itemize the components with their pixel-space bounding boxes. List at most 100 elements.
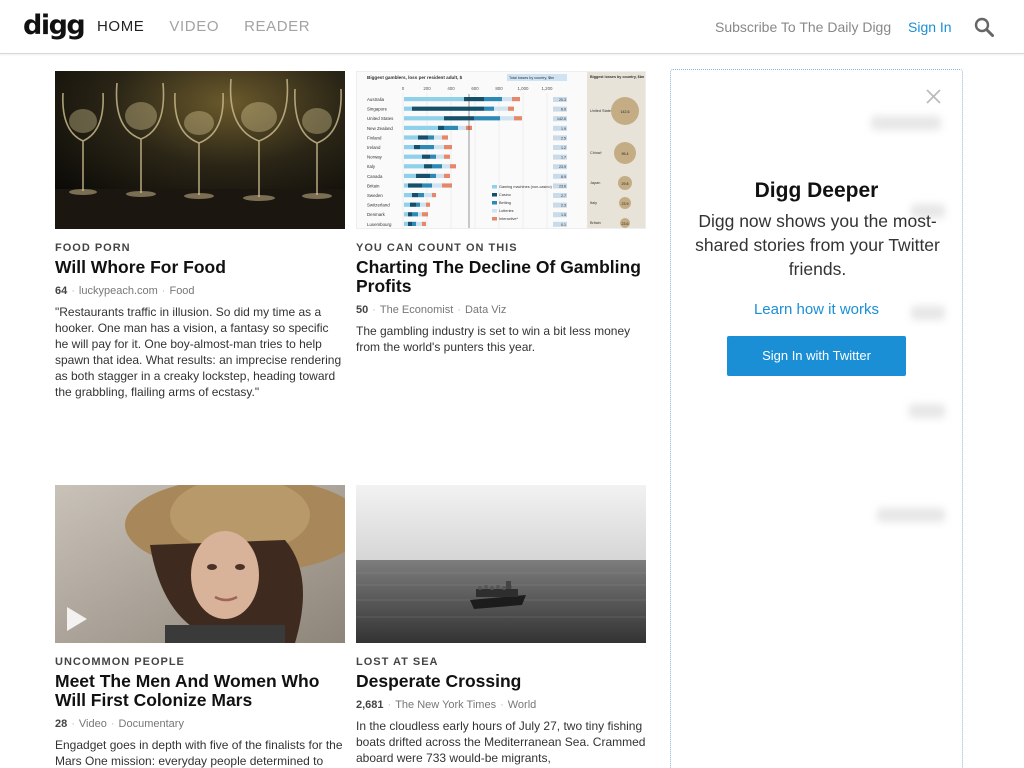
chart-bar-segment [514, 116, 522, 121]
chart-legend-entry: Betting [499, 201, 511, 205]
digg-count: 50 [356, 304, 369, 316]
nav-video[interactable]: VIDEO [169, 18, 219, 35]
chart-bubble-value: 23.9 [622, 202, 629, 206]
subscribe-daily-digg-link[interactable]: Subscribe To The Daily Digg [715, 19, 891, 35]
digg-count: 64 [55, 285, 68, 297]
story-description: Engadget goes in depth with five of the … [55, 738, 343, 768]
story-card[interactable]: Biggest gamblers, loss per resident adul… [356, 71, 646, 355]
sign-in-with-twitter-button[interactable]: Sign In with Twitter [727, 336, 906, 376]
chart-tick-label: 800 [495, 86, 503, 91]
chart-bar-segment [508, 106, 514, 111]
chart-country-label: Britain [367, 183, 380, 188]
chart-bubble-label: United States [590, 109, 613, 113]
chart-country-label: Italy [367, 164, 376, 169]
chart-tick-label: 1,000 [518, 86, 530, 91]
story-title[interactable]: Meet The Men And Women Who Will First Co… [55, 672, 345, 710]
story-category[interactable]: World [508, 699, 537, 711]
chart-total-value: 23.6 [559, 184, 566, 188]
chart-total-value: 2.7 [561, 194, 566, 198]
chart-bar-segment [428, 135, 434, 140]
chart-bar-segment [404, 183, 408, 188]
story-source[interactable]: Video [79, 718, 107, 730]
story-source[interactable]: The New York Times [395, 699, 496, 711]
chart-bar-segment [404, 135, 418, 140]
chart-bar-segment [494, 106, 508, 111]
blurred-placeholder [871, 116, 941, 130]
chart-bar-segment [408, 212, 412, 217]
woman-portrait-video-thumbnail[interactable] [55, 485, 345, 643]
story-title[interactable]: Will Whore For Food [55, 258, 345, 277]
story-meta: 50 · The Economist · Data Viz [356, 304, 507, 316]
chart-bar-segment [464, 97, 484, 102]
chart-total-value: 2.5 [561, 136, 566, 140]
digg-count: 28 [55, 718, 68, 730]
story-source[interactable]: luckypeach.com [79, 285, 158, 297]
story-category[interactable]: Documentary [119, 718, 184, 730]
chart-legend-entry: Interactive* [499, 217, 519, 221]
wine-glasses-image[interactable] [55, 71, 345, 229]
story-meta: 2,681 · The New York Times · World [356, 699, 537, 711]
story-title[interactable]: Desperate Crossing [356, 672, 646, 691]
chart-bar-segment [404, 173, 416, 178]
story-description: The gambling industry is set to win a bi… [356, 324, 631, 354]
chart-bar-segment [444, 125, 458, 130]
story-meta: 64 · luckypeach.com · Food [55, 285, 195, 297]
close-icon[interactable] [925, 88, 942, 105]
story-card[interactable]: FOOD PORN Will Whore For Food 64 · luckype… [55, 71, 345, 400]
top-header: digg HOME VIDEO READER Subscribe To The … [0, 0, 1024, 54]
story-card[interactable]: UNCOMMON PEOPLE Meet The Men And Women W… [55, 485, 345, 768]
nav-reader[interactable]: READER [244, 18, 310, 35]
chart-bar-segment [474, 116, 500, 121]
story-description: In the cloudless early hours of July 27,… [356, 719, 646, 765]
chart-country-label: Sweden [367, 193, 383, 198]
chart-bubble-label: Britain [590, 221, 601, 225]
chart-bubble-label: China† [590, 151, 602, 155]
chart-bar-segment [412, 106, 484, 111]
chart-country-label: New Zealand [367, 126, 393, 131]
chart-bar-segment [438, 125, 444, 130]
chart-bubble-label: Italy [590, 201, 597, 205]
learn-how-it-works-link[interactable]: Learn how it works [671, 301, 962, 318]
story-kicker: FOOD PORN [55, 242, 131, 254]
chart-bar-segment [404, 193, 412, 198]
chart-bar-segment [430, 154, 436, 159]
chart-bar-segment [422, 221, 426, 226]
gambling-chart-image[interactable]: Biggest gamblers, loss per resident adul… [356, 71, 646, 229]
story-title[interactable]: Charting The Decline Of Gambling Profits [356, 258, 646, 296]
chart-total-value: 142.6 [557, 117, 566, 121]
chart-bar-segment [500, 116, 514, 121]
chart-bar-segment [404, 212, 408, 217]
chart-total-value: 8.9 [561, 175, 566, 179]
chart-country-label: Luxembourg [367, 222, 392, 227]
story-card[interactable]: LOST AT SEA Desperate Crossing 2,681 · The… [356, 485, 646, 766]
chart-total-value: 1.5 [561, 213, 566, 217]
chart-thumb-legend-title: Total losses by country, $bn [509, 76, 554, 80]
search-icon[interactable] [974, 17, 994, 37]
sign-in-link[interactable]: Sign In [908, 19, 952, 35]
chart-tick-label: 400 [447, 86, 455, 91]
chart-thumb-bubble-title: Biggest losses by country, $bn [590, 75, 645, 79]
chart-bar-segment [422, 183, 432, 188]
chart-bubble-value: 142.6 [621, 110, 630, 114]
chart-total-value: 1.7 [561, 156, 566, 160]
story-source[interactable]: The Economist [380, 304, 453, 316]
chart-total-value: 2.3 [561, 204, 566, 208]
story-category[interactable]: Food [169, 285, 194, 297]
chart-bar-segment [426, 202, 430, 207]
digg-logo[interactable]: digg [23, 12, 86, 40]
chart-country-label: Singapore [367, 107, 388, 112]
nav-home[interactable]: HOME [97, 18, 144, 35]
story-kicker: UNCOMMON PEOPLE [55, 656, 185, 668]
chart-bar-segment [434, 135, 442, 140]
boat-at-sea-image[interactable] [356, 485, 646, 643]
chart-bar-segment [404, 164, 424, 169]
chart-bar-segment [404, 116, 444, 121]
story-kicker: LOST AT SEA [356, 656, 439, 668]
story-category[interactable]: Data Viz [465, 304, 506, 316]
chart-bar-segment [432, 164, 442, 169]
chart-bar-segment [442, 135, 448, 140]
chart-total-value: 1.2 [561, 146, 566, 150]
chart-bubble-value: 23.6 [622, 222, 629, 226]
chart-bubble-value: 95.4 [622, 152, 629, 156]
chart-bar-segment [484, 106, 494, 111]
